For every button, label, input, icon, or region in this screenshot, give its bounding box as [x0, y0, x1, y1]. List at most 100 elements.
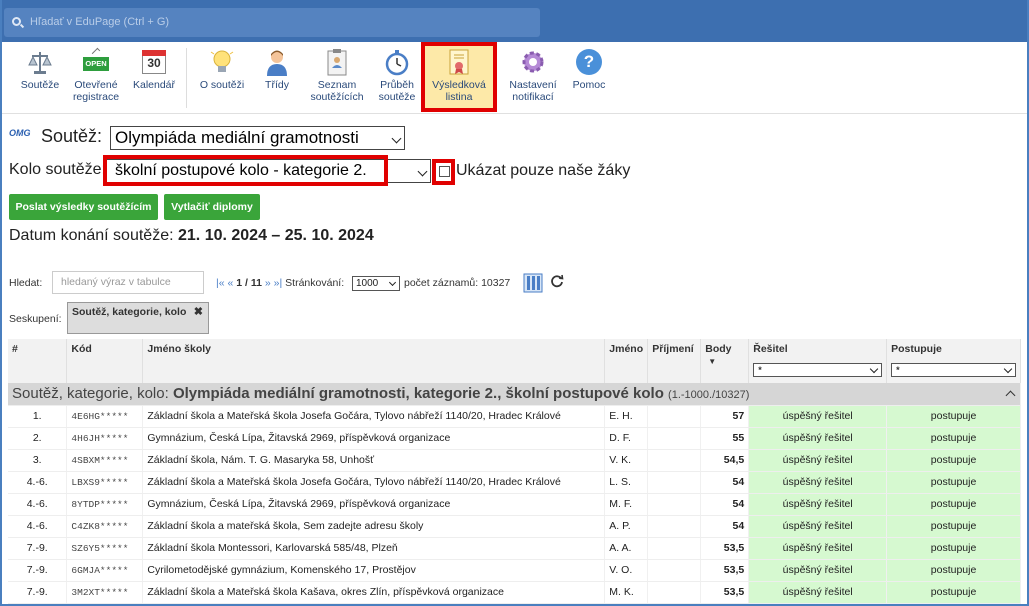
toolbar-contestants-list[interactable]: Seznam soutěžících	[306, 48, 368, 103]
solver-filter-select[interactable]: *	[753, 363, 883, 377]
toolbar-progress[interactable]: Průběh soutěže	[373, 48, 421, 103]
toolbar-notification-settings[interactable]: Nastavení notifikací	[504, 48, 562, 103]
only-our-students-label: Ukázat pouze naše žáky	[456, 162, 631, 179]
certificate-icon	[449, 49, 469, 75]
col-header-solver-label: Řešitel	[753, 343, 788, 355]
cell-surname	[647, 405, 702, 428]
print-diplomas-button[interactable]: Vytlačiť diplomy	[164, 194, 260, 220]
pager-next[interactable]: »	[265, 277, 271, 289]
omg-logo: OMG	[9, 128, 31, 138]
cell-points: 53,5	[700, 559, 750, 582]
chevron-up-icon[interactable]	[1005, 390, 1016, 401]
group-prefix: Soutěž, kategorie, kolo:	[12, 385, 169, 403]
toolbar-label: listina	[445, 91, 473, 103]
chevron-down-icon	[1003, 364, 1013, 374]
cell-surname	[647, 493, 702, 516]
cell-solver: úspěšný řešitel	[748, 449, 888, 472]
cell-name: E. H.	[604, 405, 649, 428]
main-toolbar: Soutěže OPEN Otevřené registrace 30 Kale…	[2, 42, 1027, 114]
group-row[interactable]: Soutěž, kategorie, kolo: Olympiáda mediá…	[8, 383, 1021, 406]
toolbar-label: soutěže	[378, 91, 416, 103]
cell-code: SZ6Y5*****	[66, 537, 144, 560]
search-label: Hledat:	[9, 277, 43, 289]
scales-icon	[28, 52, 52, 74]
col-header-rank[interactable]: #	[8, 339, 68, 383]
table-search-input[interactable]: hledaný výraz v tabulce	[52, 271, 204, 294]
competition-date: Datum konání soutěže: 21. 10. 2024 – 25.…	[9, 227, 374, 245]
col-header-advances[interactable]: Postupuje *	[886, 339, 1021, 383]
cell-solver: úspěšný řešitel	[748, 559, 888, 582]
toolbar-classes[interactable]: Třídy	[254, 48, 300, 91]
help-icon: ?	[575, 48, 603, 76]
toolbar-label: Výsledková	[432, 79, 486, 91]
toolbar-calendar[interactable]: 30 Kalendář	[128, 48, 180, 91]
col-header-code[interactable]: Kód	[66, 339, 144, 383]
pager-last[interactable]: »|	[274, 277, 283, 289]
cell-points: 54	[700, 471, 750, 494]
toolbar-open-registrations[interactable]: OPEN Otevřené registrace	[68, 47, 124, 103]
cell-points: 53,5	[700, 581, 750, 604]
cell-name: M. K.	[604, 581, 649, 604]
columns-icon[interactable]	[523, 273, 543, 293]
table-row[interactable]: 2. 4H6JH***** Gymnázium, Česká Lípa, Žitav…	[8, 427, 1021, 450]
close-icon[interactable]: ✖	[194, 305, 203, 318]
pager-first[interactable]: |«	[216, 277, 225, 289]
pager-prev[interactable]: «	[228, 277, 234, 289]
competition-select[interactable]: Olympiáda mediální gramotnosti	[110, 126, 405, 150]
table-row[interactable]: 7.-9. SZ6Y5***** Základní škola Montessori…	[8, 537, 1021, 560]
toolbar-results-list[interactable]: Výsledková listina	[421, 42, 497, 112]
cell-solver: úspěšný řešitel	[748, 471, 888, 494]
cell-points: 57	[700, 405, 750, 428]
pager: |« « 1 / 11 » »| Stránkování:	[216, 277, 344, 289]
col-header-points[interactable]: Body ▼	[700, 339, 750, 383]
table-row[interactable]: 4.-6. LBXS9***** Základní škola a Mateřská…	[8, 471, 1021, 494]
round-label: Kolo soutěže:	[9, 161, 106, 178]
cell-name: M. F.	[604, 493, 649, 516]
paging-select[interactable]: 1000	[352, 276, 400, 291]
send-results-button[interactable]: Poslat výsledky soutěžícím	[9, 194, 158, 220]
toolbar-label: Pomoc	[572, 79, 606, 91]
table-row[interactable]: 1. 4E6HG***** Základní škola a Mateřská šk…	[8, 405, 1021, 428]
cell-rank: 7.-9.	[8, 581, 68, 604]
cell-solver: úspěšný řešitel	[748, 427, 888, 450]
cell-school: Základní škola, Nám. T. G. Masaryka 58, …	[142, 449, 606, 472]
group-range: (1.-1000./10327)	[668, 389, 750, 402]
solver-filter-value: *	[758, 365, 762, 375]
cell-code: LBXS9*****	[66, 471, 144, 494]
toolbar-help[interactable]: ? Pomoc	[568, 48, 610, 91]
advances-filter-select[interactable]: *	[891, 363, 1016, 377]
cell-rank: 1.	[8, 405, 68, 428]
table-row[interactable]: 3. 4SBXM***** Základní škola, Nám. T. G. M…	[8, 449, 1021, 472]
record-count: počet záznamů: 10327	[404, 277, 510, 289]
col-header-school[interactable]: Jméno školy	[142, 339, 606, 383]
cell-advances: postupuje	[886, 471, 1021, 494]
top-bar: Hľadať v EduPage (Ctrl + G)	[2, 0, 1027, 42]
col-header-solver[interactable]: Řešitel *	[748, 339, 888, 383]
table-row[interactable]: 4.-6. 8YTDP***** Gymnázium, Česká Lípa, Ži…	[8, 493, 1021, 516]
grouping-chip-label: Soutěž, kategorie, kolo	[72, 306, 187, 318]
grouping-chip[interactable]: Soutěž, kategorie, kolo ✖	[67, 302, 209, 334]
table-row[interactable]: 4.-6. C4ZK8***** Základní škola a mateřská…	[8, 515, 1021, 538]
competition-select-value: Olympiáda mediální gramotnosti	[115, 128, 359, 147]
chevron-down-icon	[391, 133, 402, 144]
col-header-surname[interactable]: Příjmení	[647, 339, 702, 383]
cell-name: A. P.	[604, 515, 649, 538]
toolbar-about[interactable]: O soutěži	[195, 48, 249, 91]
refresh-icon[interactable]	[550, 274, 564, 288]
col-header-name[interactable]: Jméno	[604, 339, 649, 383]
cell-school: Základní škola a Mateřská škola Josefa G…	[142, 405, 606, 428]
cell-advances: postupuje	[886, 427, 1021, 450]
calendar-icon: 30	[140, 48, 168, 76]
cell-points: 54	[700, 515, 750, 538]
cell-school: Základní škola a Mateřská škola Kašava, …	[142, 581, 606, 604]
global-search-input[interactable]: Hľadať v EduPage (Ctrl + G)	[4, 8, 540, 37]
cell-points: 54,5	[700, 449, 750, 472]
cell-name: A. A.	[604, 537, 649, 560]
toolbar-competitions[interactable]: Soutěže	[14, 48, 66, 91]
table-row[interactable]: 7.-9. 3M2XT***** Základní škola a Mateřská…	[8, 581, 1021, 604]
table-row[interactable]: 7.-9. 6GMJA***** Cyrilometodějské gymnáziu…	[8, 559, 1021, 582]
only-our-students-checkbox[interactable]	[439, 166, 450, 177]
sort-desc-icon: ▼	[708, 357, 717, 366]
results-table: # Kód Jméno školy Jméno Příjmení Body ▼ …	[8, 339, 1021, 604]
pager-separator: /	[245, 277, 248, 289]
